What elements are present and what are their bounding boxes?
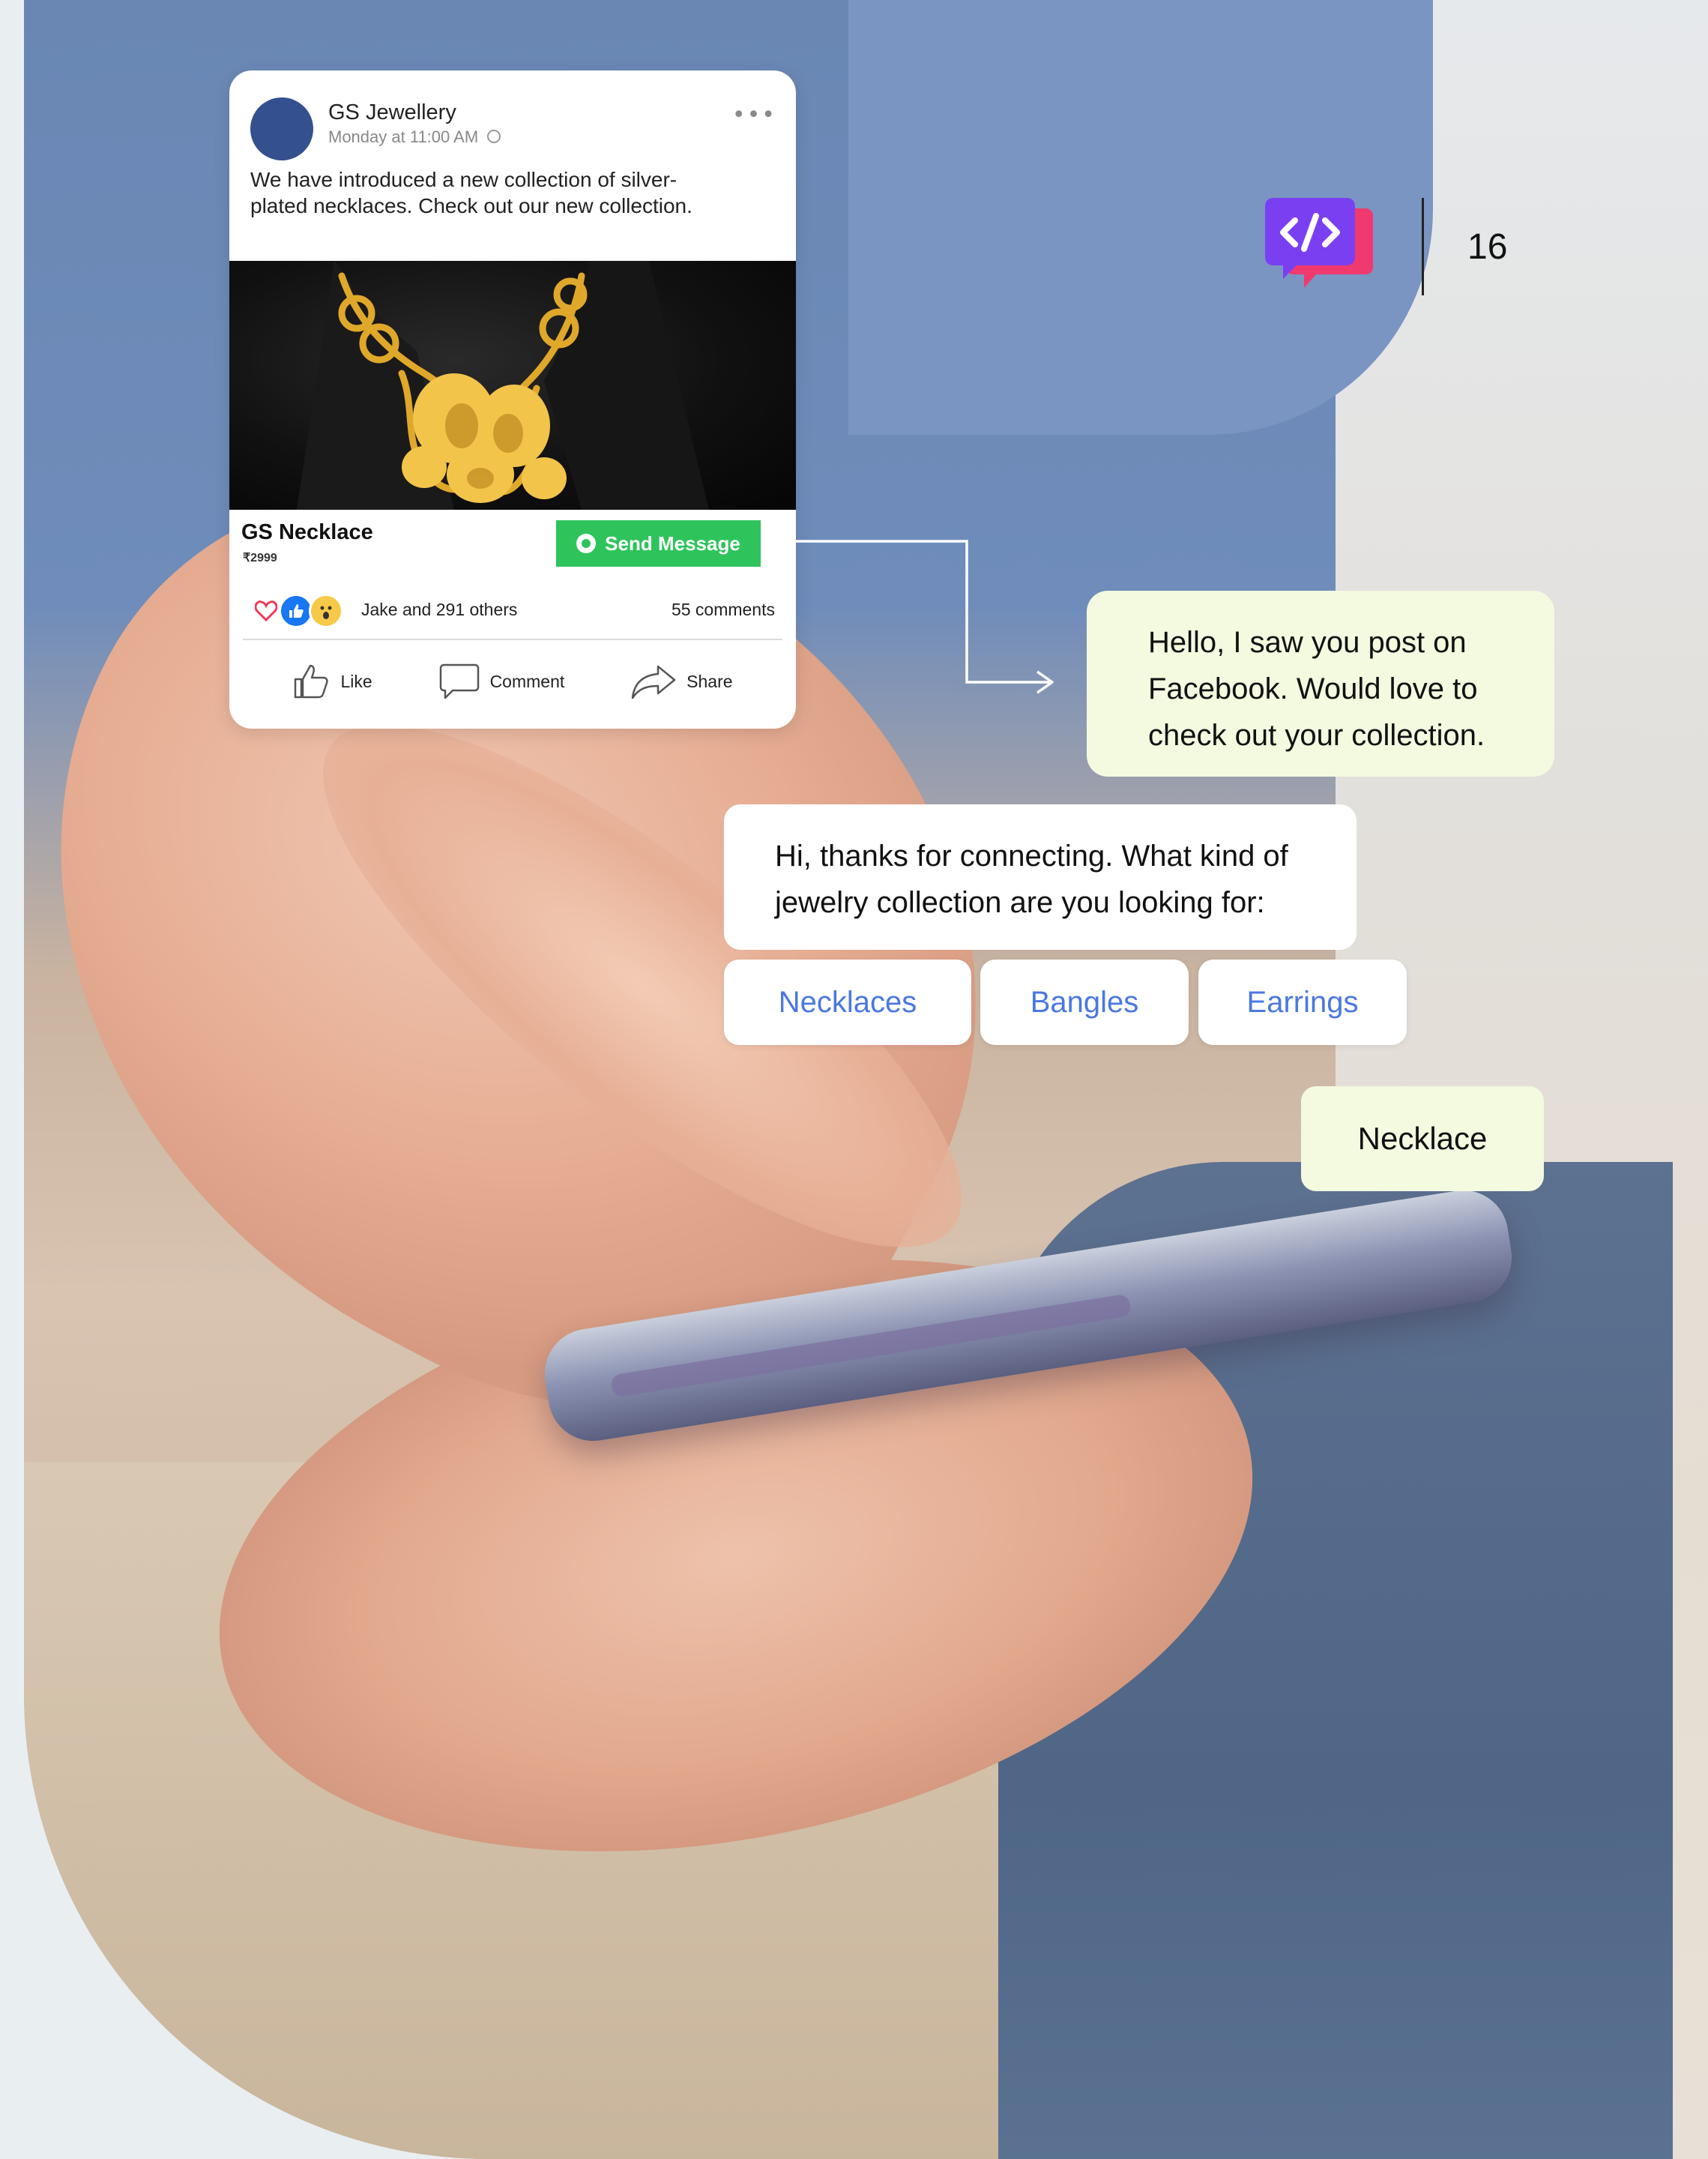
share-button[interactable]: Share bbox=[631, 663, 733, 699]
page: GS Jewellery Monday at 11:00 AM ••• We h… bbox=[0, 0, 1708, 2159]
wow-reaction-icon bbox=[309, 594, 343, 628]
user-message-bubble: Hello, I saw you post on Facebook. Would… bbox=[1087, 591, 1554, 777]
more-dots-icon[interactable]: ••• bbox=[732, 104, 776, 127]
post-text: We have introduced a new collection of s… bbox=[250, 168, 692, 217]
reaction-summary[interactable]: Jake and 291 others bbox=[361, 600, 517, 620]
divider bbox=[243, 639, 782, 640]
code-chat-logo-icon bbox=[1265, 198, 1373, 288]
comment-icon bbox=[439, 663, 479, 699]
globe-icon bbox=[487, 130, 501, 143]
necklace-image bbox=[229, 261, 796, 510]
product-price: ₹2999 bbox=[243, 552, 277, 564]
reaction-icons[interactable] bbox=[249, 594, 343, 628]
product-title: GS Necklace bbox=[241, 520, 373, 544]
comment-button[interactable]: Comment bbox=[439, 662, 564, 701]
quick-reply-bangles[interactable]: Bangles bbox=[980, 960, 1189, 1045]
page-number: 16 bbox=[1467, 227, 1508, 267]
facebook-post-card: GS Jewellery Monday at 11:00 AM ••• We h… bbox=[229, 70, 796, 729]
bot-message-bubble: Hi, thanks for connecting. What kind of … bbox=[724, 804, 1357, 950]
post-actions: Like Comment Share bbox=[229, 655, 796, 708]
quick-reply-earrings[interactable]: Earrings bbox=[1198, 960, 1407, 1045]
connector-arrow-icon bbox=[796, 540, 1054, 694]
page-name[interactable]: GS Jewellery bbox=[328, 100, 456, 125]
like-button[interactable]: Like bbox=[292, 663, 372, 700]
post-timestamp: Monday at 11:00 AM bbox=[328, 127, 501, 147]
like-icon bbox=[295, 664, 329, 699]
page-avatar[interactable] bbox=[250, 97, 313, 160]
user-reply-bubble: Necklace bbox=[1301, 1086, 1544, 1191]
share-icon bbox=[631, 665, 676, 699]
quick-reply-necklaces[interactable]: Necklaces bbox=[724, 960, 971, 1045]
comments-count[interactable]: 55 comments bbox=[672, 600, 775, 620]
whatsapp-icon bbox=[576, 534, 597, 553]
send-message-button[interactable]: Send Message bbox=[556, 520, 761, 567]
header-separator bbox=[1422, 198, 1424, 295]
